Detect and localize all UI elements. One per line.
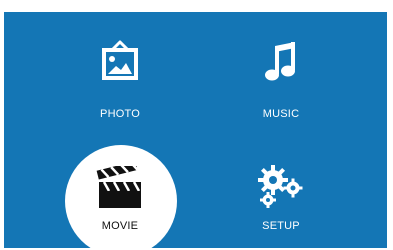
menu-item-movie[interactable]: MOVIE [60, 144, 180, 248]
gears-icon [258, 165, 303, 208]
music-note-icon [265, 42, 295, 81]
media-menu-screen: PHOTO MUSIC MOVIE SETUP [4, 12, 387, 248]
menu-item-label: SETUP [262, 220, 300, 232]
menu-item-label: MUSIC [262, 108, 300, 120]
menu-item-photo[interactable]: PHOTO [60, 30, 180, 140]
menu-item-setup[interactable]: SETUP [221, 144, 341, 248]
menu-item-label: PHOTO [100, 108, 140, 120]
menu-item-label: MOVIE [101, 220, 139, 232]
photo-frame-icon [102, 40, 138, 80]
clapperboard-icon [96, 166, 141, 208]
menu-item-music[interactable]: MUSIC [221, 30, 341, 140]
